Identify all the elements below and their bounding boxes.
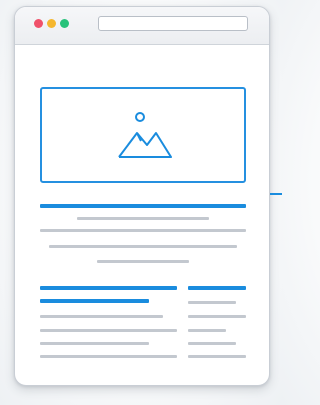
text-line <box>188 342 236 345</box>
text-line <box>77 217 209 220</box>
text-line <box>40 355 177 358</box>
text-line <box>188 315 246 318</box>
hero-image-placeholder <box>40 87 246 183</box>
title-bar <box>15 7 269 45</box>
text-line <box>40 229 246 232</box>
text-line <box>40 342 149 345</box>
text-line <box>188 355 246 358</box>
column-heading-line <box>188 286 246 290</box>
headline-line <box>40 204 246 208</box>
close-button[interactable] <box>34 19 43 28</box>
browser-window <box>14 6 270 386</box>
text-line <box>40 329 177 332</box>
text-line <box>188 301 236 304</box>
connector-line <box>270 193 282 195</box>
text-line <box>188 329 226 332</box>
maximize-button[interactable] <box>60 19 69 28</box>
text-line <box>40 315 163 318</box>
text-line <box>97 260 189 263</box>
image-placeholder-icon <box>118 112 172 158</box>
minimize-button[interactable] <box>47 19 56 28</box>
address-bar[interactable] <box>98 16 248 31</box>
column-heading-line <box>40 286 177 290</box>
text-line <box>49 245 237 248</box>
column-heading-line <box>40 299 149 303</box>
